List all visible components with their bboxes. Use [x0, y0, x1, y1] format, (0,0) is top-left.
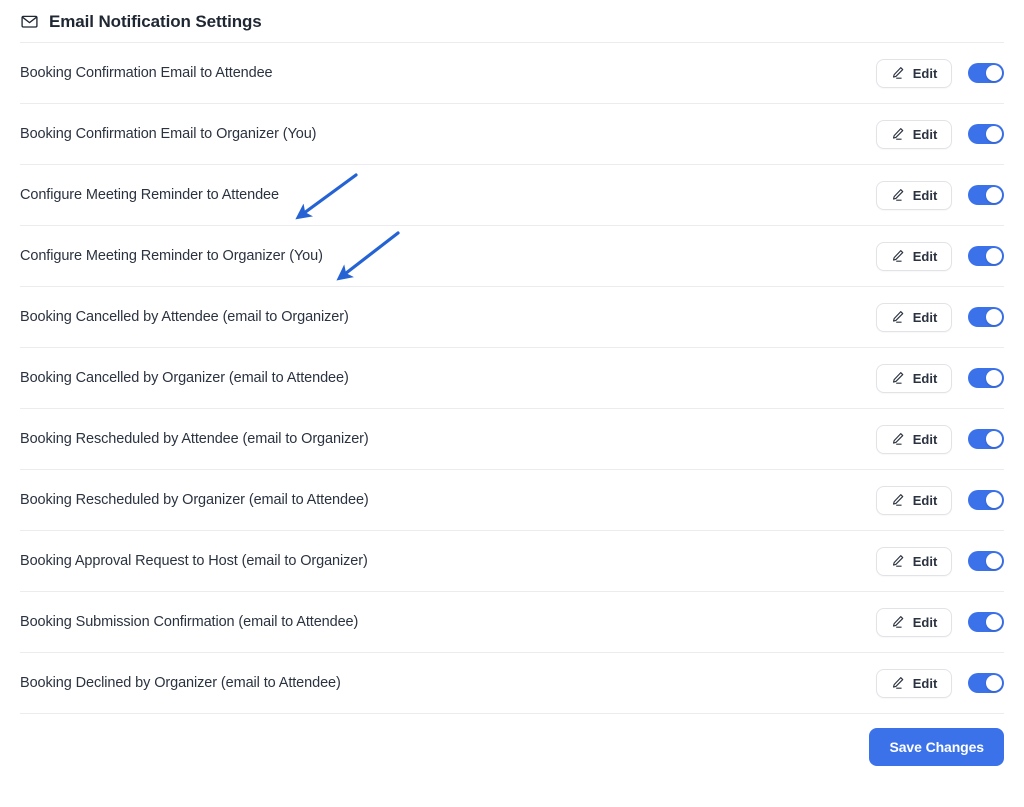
toggle-knob [986, 370, 1002, 386]
notification-toggle[interactable] [968, 63, 1004, 83]
toggle-knob [986, 492, 1002, 508]
edit-template-button[interactable]: Edit [876, 546, 952, 576]
panel-header: Email Notification Settings [0, 0, 1024, 42]
notification-row-controls: Edit [876, 607, 1004, 637]
edit-button-label: Edit [912, 675, 938, 691]
panel-footer: Save Changes [0, 714, 1024, 780]
notification-row-label: Booking Approval Request to Host (email … [20, 553, 368, 569]
notification-toggle[interactable] [968, 490, 1004, 510]
notification-row: Configure Meeting Reminder to Organizer … [20, 226, 1004, 287]
toggle-knob [986, 553, 1002, 569]
pencil-icon [891, 676, 905, 690]
pencil-icon [891, 554, 905, 568]
notification-row-label: Booking Declined by Organizer (email to … [20, 675, 341, 691]
toggle-knob [986, 675, 1002, 691]
notification-row-controls: Edit [876, 302, 1004, 332]
edit-button-label: Edit [912, 65, 938, 81]
edit-button-label: Edit [912, 187, 938, 203]
edit-template-button[interactable]: Edit [876, 241, 952, 271]
toggle-knob [986, 187, 1002, 203]
notification-row-controls: Edit [876, 119, 1004, 149]
edit-template-button[interactable]: Edit [876, 363, 952, 393]
edit-template-button[interactable]: Edit [876, 424, 952, 454]
envelope-icon [20, 12, 39, 31]
edit-button-label: Edit [912, 370, 938, 386]
page-title: Email Notification Settings [49, 11, 262, 31]
edit-button-label: Edit [912, 614, 938, 630]
pencil-icon [891, 127, 905, 141]
notification-row-label: Booking Cancelled by Attendee (email to … [20, 309, 349, 325]
notification-toggle[interactable] [968, 429, 1004, 449]
pencil-icon [891, 615, 905, 629]
edit-template-button[interactable]: Edit [876, 119, 952, 149]
notification-row: Booking Confirmation Email to Attendee Ed… [20, 43, 1004, 104]
toggle-knob [986, 126, 1002, 142]
notification-toggle[interactable] [968, 551, 1004, 571]
edit-button-label: Edit [912, 492, 938, 508]
notification-row-controls: Edit [876, 180, 1004, 210]
notification-rows-list: Booking Confirmation Email to Attendee Ed… [0, 43, 1024, 714]
notification-row: Configure Meeting Reminder to Attendee Ed… [20, 165, 1004, 226]
pencil-icon [891, 493, 905, 507]
notification-toggle[interactable] [968, 612, 1004, 632]
notification-row-label: Booking Confirmation Email to Attendee [20, 65, 273, 81]
notification-toggle[interactable] [968, 368, 1004, 388]
toggle-knob [986, 65, 1002, 81]
pencil-icon [891, 310, 905, 324]
notification-row: Booking Approval Request to Host (email … [20, 531, 1004, 592]
notification-row: Booking Cancelled by Attendee (email to … [20, 287, 1004, 348]
edit-button-label: Edit [912, 126, 938, 142]
pencil-icon [891, 249, 905, 263]
save-changes-button[interactable]: Save Changes [869, 728, 1004, 766]
edit-button-label: Edit [912, 431, 938, 447]
notification-row-label: Booking Rescheduled by Organizer (email … [20, 492, 369, 508]
notification-toggle[interactable] [968, 124, 1004, 144]
notification-row-label: Booking Confirmation Email to Organizer … [20, 126, 317, 142]
notification-row: Booking Rescheduled by Organizer (email … [20, 470, 1004, 531]
pencil-icon [891, 66, 905, 80]
edit-button-label: Edit [912, 553, 938, 569]
edit-template-button[interactable]: Edit [876, 58, 952, 88]
toggle-knob [986, 614, 1002, 630]
notification-row-controls: Edit [876, 485, 1004, 515]
toggle-knob [986, 248, 1002, 264]
notification-row-label: Booking Rescheduled by Attendee (email t… [20, 431, 369, 447]
toggle-knob [986, 309, 1002, 325]
edit-template-button[interactable]: Edit [876, 180, 952, 210]
notification-row-controls: Edit [876, 241, 1004, 271]
notification-row-controls: Edit [876, 424, 1004, 454]
notification-row-controls: Edit [876, 58, 1004, 88]
notification-row-label: Booking Submission Confirmation (email t… [20, 614, 359, 630]
edit-template-button[interactable]: Edit [876, 485, 952, 515]
notification-toggle[interactable] [968, 307, 1004, 327]
email-notification-settings-panel: Email Notification Settings Booking Conf… [0, 0, 1024, 807]
notification-row: Booking Confirmation Email to Organizer … [20, 104, 1004, 165]
edit-template-button[interactable]: Edit [876, 668, 952, 698]
notification-row-controls: Edit [876, 363, 1004, 393]
notification-row: Booking Declined by Organizer (email to … [20, 653, 1004, 714]
notification-toggle[interactable] [968, 185, 1004, 205]
notification-row-controls: Edit [876, 668, 1004, 698]
notification-row-label: Configure Meeting Reminder to Organizer … [20, 248, 323, 264]
pencil-icon [891, 432, 905, 446]
notification-row: Booking Submission Confirmation (email t… [20, 592, 1004, 653]
notification-toggle[interactable] [968, 246, 1004, 266]
notification-row: Booking Rescheduled by Attendee (email t… [20, 409, 1004, 470]
edit-template-button[interactable]: Edit [876, 302, 952, 332]
edit-button-label: Edit [912, 309, 938, 325]
notification-row: Booking Cancelled by Organizer (email to… [20, 348, 1004, 409]
toggle-knob [986, 431, 1002, 447]
edit-button-label: Edit [912, 248, 938, 264]
edit-template-button[interactable]: Edit [876, 607, 952, 637]
pencil-icon [891, 188, 905, 202]
notification-row-label: Configure Meeting Reminder to Attendee [20, 187, 279, 203]
notification-toggle[interactable] [968, 673, 1004, 693]
notification-row-controls: Edit [876, 546, 1004, 576]
pencil-icon [891, 371, 905, 385]
notification-row-label: Booking Cancelled by Organizer (email to… [20, 370, 349, 386]
